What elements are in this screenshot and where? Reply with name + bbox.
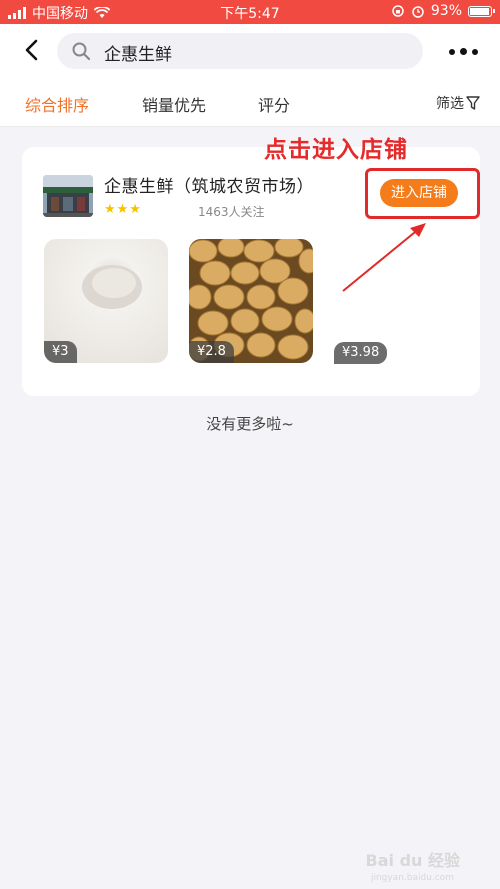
orientation-lock-icon [392, 5, 404, 17]
shop-name[interactable]: 企惠生鲜（筑城农贸市场） [104, 172, 314, 197]
battery-icon [468, 5, 495, 17]
alarm-icon [412, 6, 424, 18]
filter-icon [466, 96, 480, 110]
shop-logo [43, 175, 93, 217]
arrow-icon [342, 223, 426, 292]
highlight-box [365, 168, 480, 219]
search-icon [72, 42, 91, 61]
followers-count: 1463人关注 [198, 205, 265, 219]
no-more-text: 没有更多啦~ [206, 415, 294, 433]
sort-tabs: 综合排序 销量优先 评分 筛选 [0, 78, 500, 127]
search-input[interactable]: 企惠生鲜 [57, 33, 423, 69]
tab-comprehensive-sort[interactable]: 综合排序 [25, 92, 89, 116]
battery-percent: 93% [430, 3, 462, 19]
watermark-url: jingyan.baidu.com [370, 873, 454, 883]
tab-rating[interactable]: 评分 [258, 92, 290, 116]
header: 企惠生鲜 [0, 24, 500, 78]
tab-sales-priority[interactable]: 销量优先 [142, 92, 206, 116]
product-price[interactable]: ¥3.98 [334, 342, 388, 364]
product-item[interactable]: ¥3 [44, 239, 168, 363]
more-options-icon[interactable] [449, 48, 478, 55]
rating-stars: ★★★ [104, 202, 142, 217]
product-item[interactable]: ¥2.8 [189, 239, 313, 363]
status-bar: 中国移动 下午5:47 93% [0, 0, 500, 24]
product-price: ¥2.8 [189, 341, 234, 363]
annotation-text: 点击进入店铺 [264, 137, 408, 163]
filter-button[interactable]: 筛选 [436, 93, 480, 113]
product-price: ¥3 [44, 341, 77, 363]
filter-label: 筛选 [436, 96, 464, 112]
back-icon[interactable] [20, 38, 44, 62]
search-query: 企惠生鲜 [104, 45, 172, 65]
watermark: Bai du 经验 [365, 851, 460, 870]
